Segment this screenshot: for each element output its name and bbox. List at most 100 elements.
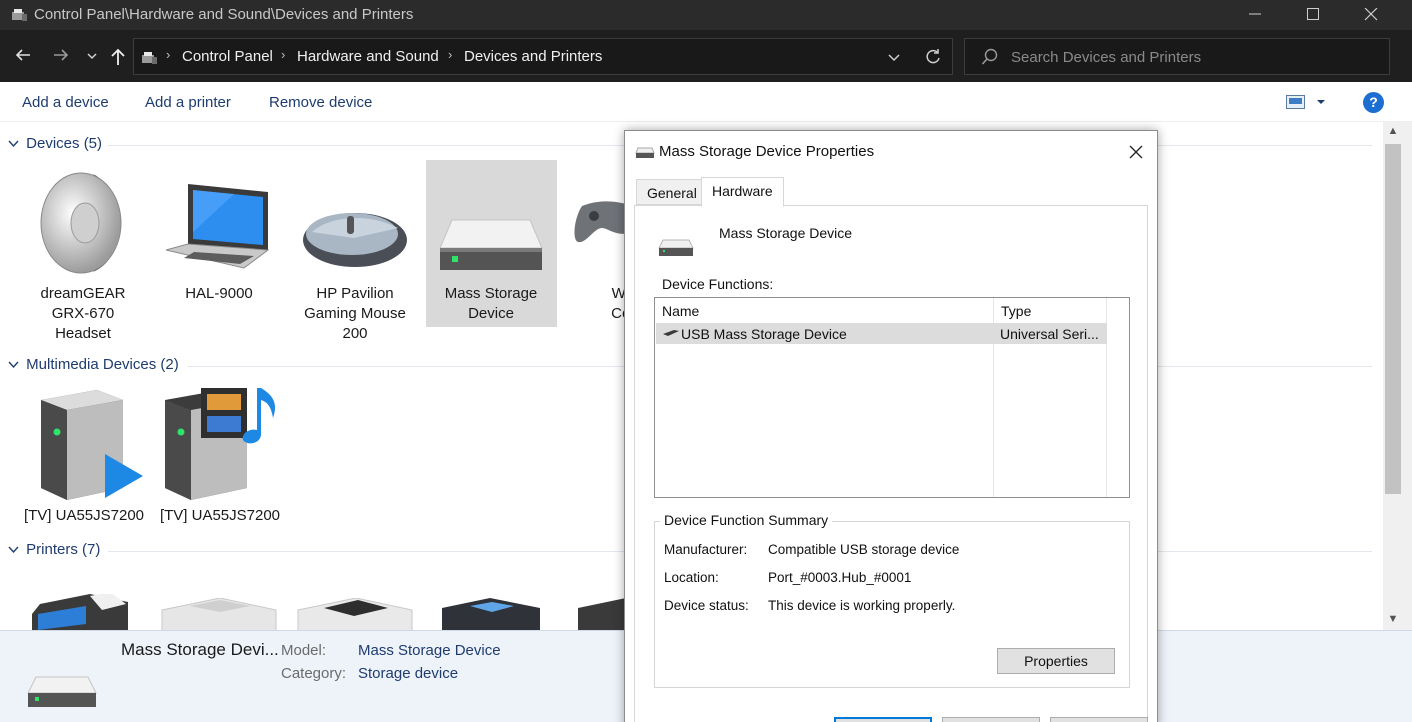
printer-icon[interactable] <box>296 598 414 630</box>
dialog-close-icon[interactable] <box>1125 141 1147 163</box>
manufacturer-label: Manufacturer: <box>664 542 748 557</box>
scroll-up-icon[interactable]: ▲ <box>1385 125 1401 137</box>
group-header-devices[interactable]: Devices (5) <box>8 135 102 152</box>
column-header-type[interactable]: Type <box>1001 303 1031 319</box>
device-item[interactable]: HP Pavilion Gaming Mouse 200 <box>290 160 420 342</box>
address-bar[interactable]: › Control Panel › Hardware and Sound › D… <box>133 38 953 75</box>
collapse-chevron-icon[interactable] <box>8 360 22 372</box>
laptop-icon <box>165 184 270 269</box>
group-title: Devices (5) <box>26 135 103 152</box>
vertical-scrollbar[interactable]: ▲ ▼ <box>1383 122 1412 630</box>
device-label: Headset <box>55 325 111 342</box>
dialog-device-name: Mass Storage Device <box>719 225 853 241</box>
device-label: [TV] UA55JS7200 <box>23 507 145 524</box>
forward-arrow-icon[interactable] <box>52 46 70 64</box>
command-bar: Add a device Add a printer Remove device… <box>0 82 1412 122</box>
column-header-name[interactable]: Name <box>662 303 699 319</box>
breadcrumb-separator[interactable]: › <box>281 47 285 62</box>
summary-title: Device Function Summary <box>660 512 833 528</box>
add-printer-button[interactable]: Add a printer <box>145 94 231 111</box>
properties-button[interactable]: Properties <box>997 648 1115 674</box>
list-item[interactable]: USB Mass Storage Device Universal Seri..… <box>656 323 1107 344</box>
tab-hardware[interactable]: Hardware <box>701 177 784 207</box>
category-value: Storage device <box>358 665 459 682</box>
group-header-multimedia[interactable]: Multimedia Devices (2) <box>8 356 179 373</box>
function-type: Universal Seri... <box>1000 326 1099 342</box>
usb-drive-icon <box>663 330 679 336</box>
model-label: Model: <box>281 642 327 659</box>
device-label: HAL-9000 <box>185 285 253 302</box>
close-window-button[interactable] <box>1342 0 1400 30</box>
remove-device-button[interactable]: Remove device <box>269 94 372 111</box>
cancel-button[interactable] <box>942 717 1040 722</box>
device-item[interactable]: [TV] UA55JS7200 <box>19 380 149 530</box>
mouse-icon <box>303 213 407 267</box>
location-value: Port_#0003.Hub_#0001 <box>768 570 912 585</box>
location-icon <box>142 52 157 64</box>
group-header-printers[interactable]: Printers (7) <box>8 541 100 558</box>
tab-general[interactable]: General <box>636 179 708 205</box>
help-button[interactable]: ? <box>1363 92 1384 113</box>
device-status-value: This device is working properly. <box>768 598 956 613</box>
device-label: HP Pavilion <box>316 285 394 302</box>
device-label: 200 <box>342 325 368 342</box>
breadcrumb-separator[interactable]: › <box>166 47 170 62</box>
device-label: [TV] UA55JS7200 <box>159 507 281 524</box>
speaker-icon <box>40 172 122 274</box>
device-item-selected[interactable]: Mass Storage Device <box>426 160 557 327</box>
dialog-title: Mass Storage Device Properties <box>659 143 875 160</box>
up-arrow-icon[interactable] <box>109 47 127 67</box>
drive-icon <box>27 676 97 707</box>
group-title: Printers (7) <box>26 541 101 558</box>
address-row: › Control Panel › Hardware and Sound › D… <box>0 30 1412 82</box>
breadcrumb-devices-and-printers[interactable]: Devices and Printers <box>464 48 602 65</box>
properties-dialog: Mass Storage Device Properties General H… <box>624 130 1158 722</box>
minimize-button[interactable] <box>1226 0 1284 30</box>
back-arrow-icon[interactable] <box>14 46 32 64</box>
scroll-down-icon[interactable]: ▼ <box>1385 613 1401 625</box>
search-box[interactable] <box>964 38 1390 75</box>
media-renderer-icon <box>41 390 143 500</box>
breadcrumb-separator[interactable]: › <box>448 47 452 62</box>
category-label: Category: <box>281 665 347 682</box>
device-item[interactable]: HAL-9000 <box>154 160 284 302</box>
window-title: Control Panel\Hardware and Sound\Devices… <box>34 6 414 23</box>
address-dropdown-chevron-icon[interactable] <box>888 53 900 63</box>
apply-button[interactable] <box>1050 717 1148 722</box>
device-function-summary: Device Function Summary Manufacturer: Co… <box>654 512 1130 688</box>
ok-button[interactable] <box>834 717 932 722</box>
add-device-button[interactable]: Add a device <box>22 94 109 111</box>
function-name: USB Mass Storage Device <box>681 326 847 342</box>
search-input[interactable] <box>1011 47 1371 67</box>
media-server-icon <box>165 388 276 500</box>
gamepad-icon <box>574 201 632 243</box>
breadcrumb-hardware-and-sound[interactable]: Hardware and Sound <box>297 48 439 65</box>
fax-icon[interactable] <box>30 594 134 630</box>
location-label: Location: <box>664 570 719 585</box>
printer-icon[interactable] <box>160 598 278 630</box>
maximize-button[interactable] <box>1284 0 1342 30</box>
refresh-icon[interactable] <box>924 48 942 66</box>
device-item[interactable]: [TV] UA55JS7200 <box>155 380 285 530</box>
drive-icon <box>439 219 543 270</box>
change-view-icon[interactable] <box>1286 95 1306 110</box>
collapse-chevron-icon[interactable] <box>8 545 22 557</box>
collapse-chevron-icon[interactable] <box>8 139 22 151</box>
printer-icon[interactable] <box>576 598 626 630</box>
breadcrumb-control-panel[interactable]: Control Panel <box>182 48 273 65</box>
device-functions-label: Device Functions: <box>662 276 774 292</box>
device-label: dreamGEAR <box>40 285 126 302</box>
device-functions-list[interactable]: Name Type USB Mass Storage Device Univer… <box>654 297 1130 498</box>
title-bar: Control Panel\Hardware and Sound\Devices… <box>0 0 1412 30</box>
device-label: Mass Storage <box>444 285 538 302</box>
view-options-chevron-icon[interactable] <box>1316 99 1326 106</box>
close-icon <box>1364 8 1378 21</box>
device-item[interactable]: dreamGEAR GRX-670 Headset <box>18 160 148 342</box>
devices-printers-icon <box>12 9 27 21</box>
scrollbar-thumb[interactable] <box>1385 144 1401 494</box>
photo-printer-icon[interactable] <box>440 598 542 630</box>
recent-locations-chevron-icon[interactable] <box>86 51 98 61</box>
device-label: Gaming Mouse <box>304 305 406 322</box>
manufacturer-value: Compatible USB storage device <box>768 542 960 557</box>
device-status-label: Device status: <box>664 598 749 613</box>
